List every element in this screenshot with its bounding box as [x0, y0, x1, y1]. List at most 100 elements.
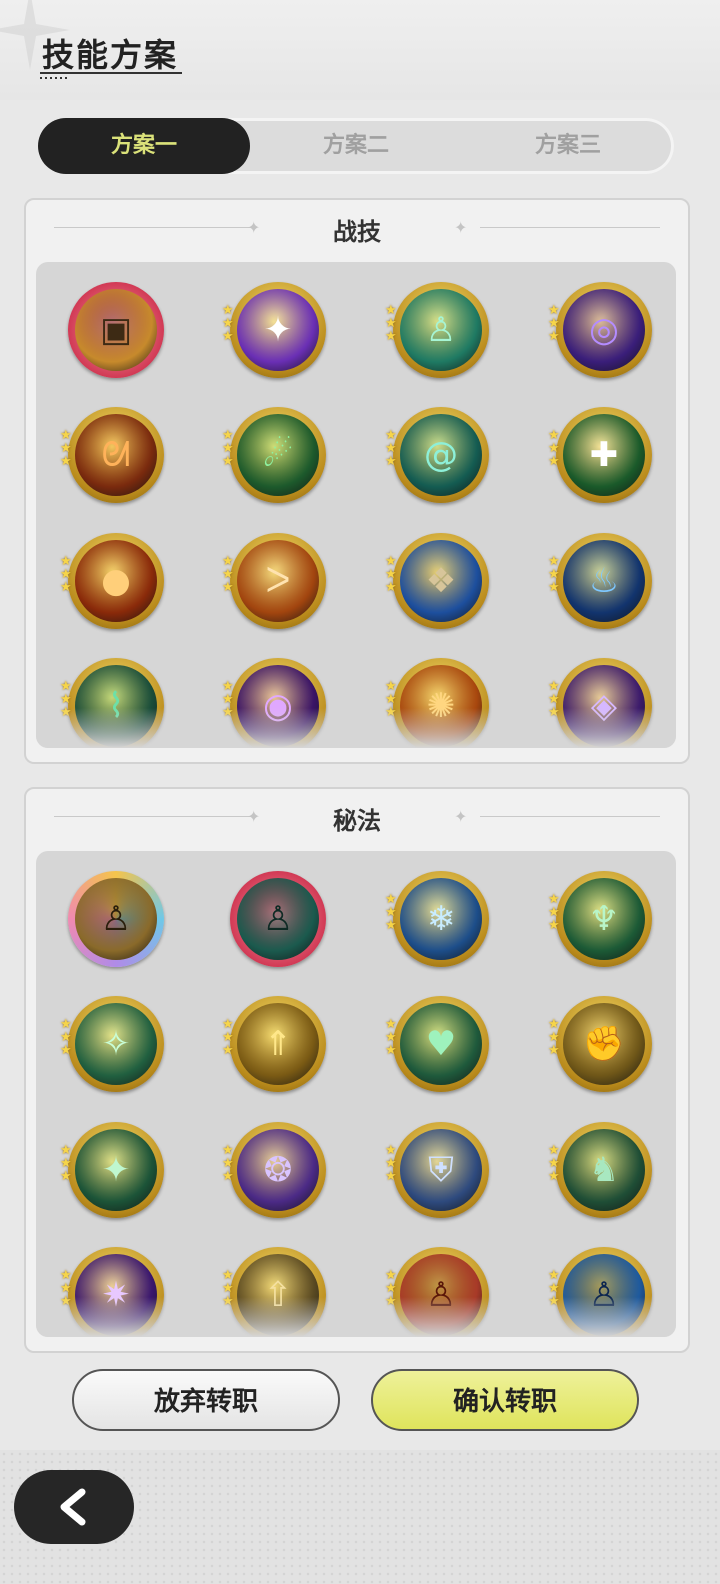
skill-glyph: ᘛ [101, 435, 131, 475]
purple-vortex-icon: ◎ [563, 289, 645, 371]
green-comet-icon: ☄ [237, 414, 319, 496]
skill-glyph: ☄ [262, 435, 294, 475]
star-ornament-icon: ✦ [454, 218, 468, 237]
panel-header: ✦ 战技 ✦ [26, 200, 688, 256]
star-rating-icon: ★★★ [548, 554, 560, 595]
skill-slot[interactable]: ᐳ ★ ★ ★ [222, 533, 326, 629]
title-dots [40, 77, 70, 79]
skill-glyph: @ [424, 435, 458, 475]
fire-swirl-icon: ᘛ [75, 414, 157, 496]
star-rating-icon: ★★★ [385, 428, 397, 469]
skill-slot[interactable]: ● ★ ★ ★ [60, 533, 164, 629]
skill-slot[interactable]: ♙ ★★★ [385, 282, 489, 378]
skill-glyph: ♨ [588, 561, 620, 601]
skill-glyph: ♙ [425, 310, 457, 350]
skill-slot[interactable]: ✦ ★ ★ ★ [222, 282, 326, 378]
star-rating-icon: ★★★ [222, 1017, 234, 1058]
star-rating-icon: ★★★ [548, 303, 560, 344]
skill-slot[interactable]: ✊ ★ ★ ★ [548, 996, 652, 1092]
green-shrine-icon: ♆ [563, 878, 645, 960]
skill-slot[interactable]: ❖ ★ ★ ★ [385, 533, 489, 629]
skill-glyph: ✧ [101, 1024, 131, 1064]
star-rating-icon: ★★★ [222, 428, 234, 469]
green-beast-icon: ♞ [563, 1129, 645, 1211]
skill-glyph: ◎ [589, 310, 619, 350]
combat-skill-grid[interactable]: ▣ ✦ ★ ★ ★ ♙ ★ ★ ★ ◎ ★ ★ ★ ᘛ ★ ★ ★ ☄ ★ ★ ★ @ ★ ★ ★ ✚ ★ ★ ★ ● ★ ★ ★ ᐳ ★ ★ ★ ❖ ★ ★… [36, 262, 676, 748]
ice-crystal-icon: ❄ [400, 878, 482, 960]
skill-glyph: ❖ [425, 561, 457, 601]
plan-tabs: 方案一 方案二 方案三 [38, 118, 674, 174]
teal-spiral-icon: @ [400, 414, 482, 496]
star-rating-icon: ★★★ [60, 1143, 72, 1184]
skill-glyph: ᐳ [265, 561, 291, 601]
secret-skill-grid[interactable]: ♙ ♙ ❄ ★ ★ ★ ♆ ★ ★ ★ ✧ ★ ★ ★ ⇑ ★ ★ ★ ♥ ★ ★ ★ ✊ ★ ★ ★ ✦ ★ ★ ★ ❂ ★ ★ ★ ⛨ ★ ★ ★ ♞ ★… [36, 851, 676, 1337]
page-title: 技能方案 [42, 36, 179, 74]
skill-glyph: ❂ [263, 1150, 293, 1190]
skill-glyph: ♙ [100, 899, 132, 939]
skill-glyph: ⇑ [263, 1024, 293, 1064]
title-underline [40, 72, 182, 74]
scroll-fade [36, 708, 676, 748]
star-rating-icon: ★★★ [385, 554, 397, 595]
skill-glyph: ✦ [263, 310, 293, 350]
cancel-job-change-button[interactable]: 放弃转职 [72, 1369, 340, 1431]
skill-slot[interactable]: ✧ ★ ★ ★ [60, 996, 164, 1092]
tab-plan-2[interactable]: 方案二 [250, 118, 462, 174]
golden-fist-icon: ✊ [563, 1003, 645, 1085]
secret-title: 秘法 [333, 807, 381, 835]
skill-slot[interactable]: @ ★ ★ ★ [385, 407, 489, 503]
combat-skills-panel: ✦ 战技 ✦ ▣ ✦ ★ ★ ★ ♙ ★ ★ ★ ◎ ★ ★ ★ ᘛ ★ ★ ★ ☄ ★ ★ ★ @ ★ ★ ★ ✚ ★ ★ ★ ● ★ ★ ★… [24, 198, 690, 764]
star-ornament-icon: ✦ [454, 807, 468, 826]
blue-armor-icon: ⛨ [400, 1129, 482, 1211]
star-rating-icon: ★★★ [548, 1143, 560, 1184]
skill-slot[interactable]: ᘛ ★ ★ ★ [60, 407, 164, 503]
tab-plan-1[interactable]: 方案一 [38, 118, 250, 174]
skill-slot[interactable]: ✦ ★ ★ ★ [60, 1122, 164, 1218]
green-sparkle-icon: ✦ [75, 1129, 157, 1211]
skill-slot[interactable]: ✚ ★ ★ ★ [548, 407, 652, 503]
skill-glyph: ▣ [99, 310, 133, 350]
skill-slot[interactable]: ♙ [230, 871, 326, 967]
skill-slot[interactable]: ❂ ★ ★ ★ [222, 1122, 326, 1218]
skill-slot[interactable]: ♞ ★ ★ ★ [548, 1122, 652, 1218]
skill-slot[interactable]: ♙ [68, 871, 164, 967]
winged-emblem-icon: ✧ [75, 1003, 157, 1085]
back-button[interactable] [14, 1470, 134, 1544]
blue-flame-icon: ♨ [563, 540, 645, 622]
divider-line [480, 816, 660, 817]
green-figure-icon: ♙ [400, 289, 482, 371]
skill-slot[interactable]: ♨ ★ ★ ★ [548, 533, 652, 629]
skill-slot[interactable]: ♥ ★ ★ ★ [385, 996, 489, 1092]
blue-flame-golem-icon: ❖ [400, 540, 482, 622]
skill-glyph: ♞ [588, 1150, 620, 1190]
fire-wolf-icon: ᐳ [237, 540, 319, 622]
skill-glyph: ● [101, 561, 131, 601]
skill-slot[interactable]: ⇑ ★ ★ ★ [222, 996, 326, 1092]
star-rating-icon: ★★★ [548, 428, 560, 469]
star-rating-icon: ★★★ [385, 303, 397, 344]
skill-glyph: ⛨ [428, 1150, 454, 1190]
star-rating-icon: ★★★ [60, 1017, 72, 1058]
green-heal-icon: ✚ [563, 414, 645, 496]
skill-glyph: ♙ [262, 899, 294, 939]
skill-slot[interactable]: ▣ [68, 282, 164, 378]
gold-figure-icon: ♙ [75, 878, 157, 960]
skill-glyph: ✦ [101, 1150, 131, 1190]
skill-slot[interactable]: ❄ ★ ★ ★ [385, 871, 489, 967]
combat-title: 战技 [333, 218, 381, 246]
confirm-job-change-button[interactable]: 确认转职 [371, 1369, 639, 1431]
skill-slot[interactable]: ☄ ★ ★ ★ [222, 407, 326, 503]
skill-slot[interactable]: ◎ ★ ★ ★ [548, 282, 652, 378]
skill-slot[interactable]: ⛨ ★ ★ ★ [385, 1122, 489, 1218]
purple-star-icon: ✦ [237, 289, 319, 371]
star-rating-icon: ★★★ [548, 1017, 560, 1058]
tab-plan-3[interactable]: 方案三 [462, 118, 674, 174]
skill-glyph: ✚ [589, 435, 619, 475]
skill-glyph: ♆ [588, 899, 620, 939]
rock-golem-icon: ▣ [75, 289, 157, 371]
chevron-left-icon [60, 1488, 86, 1526]
golden-arrow-icon: ⇑ [237, 1003, 319, 1085]
fireball-icon: ● [75, 540, 157, 622]
skill-slot[interactable]: ♆ ★ ★ ★ [548, 871, 652, 967]
teal-aura-figure-icon: ♙ [237, 878, 319, 960]
